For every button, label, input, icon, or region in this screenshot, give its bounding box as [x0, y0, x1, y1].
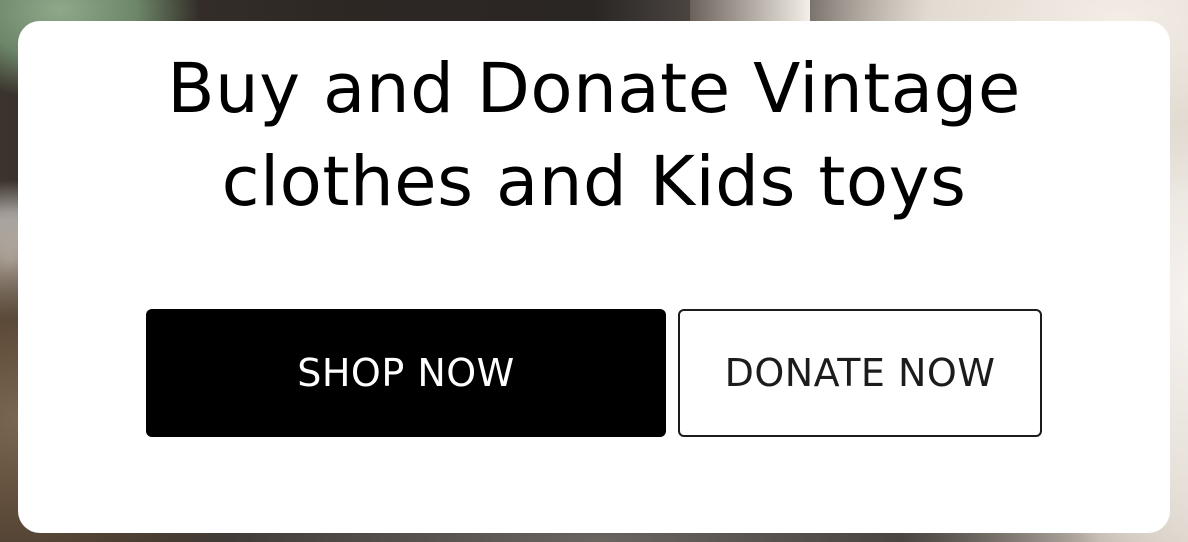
hero-card: Buy and Donate Vintage clothes and Kids …: [18, 21, 1170, 533]
shop-now-button[interactable]: SHOP NOW: [146, 309, 666, 437]
hero-section: Buy and Donate Vintage clothes and Kids …: [0, 0, 1188, 542]
headline-line-2: clothes and Kids toys: [221, 142, 967, 222]
hero-headline: Buy and Donate Vintage clothes and Kids …: [18, 43, 1170, 229]
headline-line-1: Buy and Donate Vintage: [167, 49, 1021, 129]
donate-now-button[interactable]: DONATE NOW: [678, 309, 1042, 437]
